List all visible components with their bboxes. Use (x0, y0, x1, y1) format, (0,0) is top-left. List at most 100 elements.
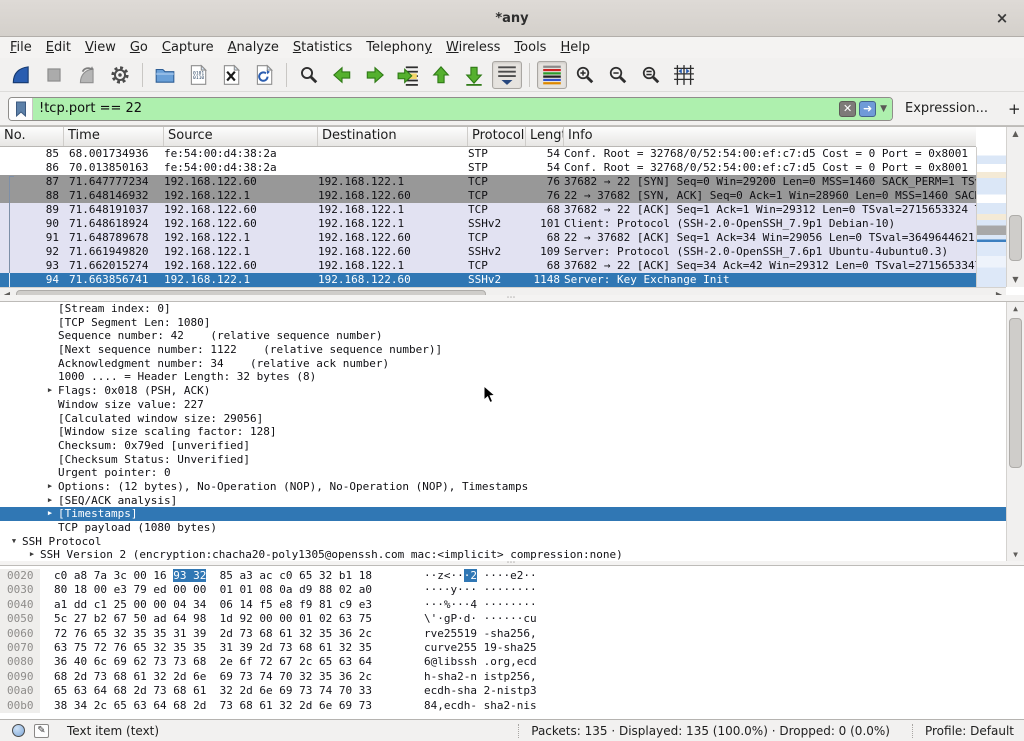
filter-dropdown-icon[interactable]: ▼ (880, 104, 887, 114)
zoom-100-icon[interactable] (636, 61, 666, 89)
column-header-info[interactable]: Info (564, 127, 976, 146)
expression-button[interactable]: Expression... (905, 101, 988, 116)
filter-apply-icon[interactable]: ➜ (859, 101, 876, 117)
packet-row-92[interactable]: 9271.661949820192.168.122.1192.168.122.6… (0, 245, 976, 259)
menu-edit[interactable]: Edit (46, 40, 71, 55)
menu-statistics[interactable]: Statistics (293, 40, 352, 55)
packet-row-90[interactable]: 9071.648618924192.168.122.60192.168.122.… (0, 217, 976, 231)
packet-row-86[interactable]: 8670.013850163fe:54:00:d4:38:2aSTP54Conf… (0, 161, 976, 175)
auto-scroll-icon[interactable] (492, 61, 522, 89)
packet-row-89[interactable]: 8971.648191037192.168.122.60192.168.122.… (0, 203, 976, 217)
collapsed-arrow-icon[interactable]: ▶ (24, 548, 40, 561)
detail-line[interactable]: [Calculated window size: 29056] (0, 412, 1024, 426)
detail-line[interactable]: Window size value: 227 (0, 398, 1024, 412)
column-header-destination[interactable]: Destination (318, 127, 468, 146)
packet-row-88[interactable]: 8871.648146932192.168.122.1192.168.122.6… (0, 189, 976, 203)
scroll-down-icon[interactable]: ▼ (1007, 548, 1024, 561)
hex-row[interactable]: 009068 2d 73 68 61 32 2d 6e 69 73 74 70 … (0, 670, 1024, 684)
filter-clear-icon[interactable]: ✕ (839, 101, 856, 117)
hex-row[interactable]: 007063 75 72 76 65 32 35 35 31 39 2d 73 … (0, 641, 1024, 655)
scrollbar-thumb[interactable] (1009, 318, 1022, 468)
restart-capture-icon[interactable] (72, 61, 102, 89)
expert-info-icon[interactable] (12, 724, 25, 737)
capture-options-icon[interactable] (105, 61, 135, 89)
packet-row-94[interactable]: 9471.663856741192.168.122.1192.168.122.6… (0, 273, 976, 287)
menu-view[interactable]: View (85, 40, 116, 55)
detail-line[interactable]: ▶[SEQ/ACK analysis] (0, 494, 1024, 508)
detail-line[interactable]: TCP payload (1080 bytes) (0, 521, 1024, 535)
colorize-icon[interactable] (537, 61, 567, 89)
hex-row[interactable]: 00b038 34 2c 65 63 64 68 2d 73 68 61 32 … (0, 699, 1024, 713)
scroll-down-icon[interactable]: ▼ (1007, 273, 1024, 287)
collapsed-arrow-icon[interactable]: ▶ (42, 494, 58, 508)
packet-row-93[interactable]: 9371.662015274192.168.122.60192.168.122.… (0, 259, 976, 273)
menu-analyze[interactable]: Analyze (228, 40, 279, 55)
menu-wireless[interactable]: Wireless (446, 40, 500, 55)
menu-capture[interactable]: Capture (162, 40, 214, 55)
bookmark-icon[interactable] (9, 98, 33, 120)
title-bar[interactable]: *any × (0, 0, 1024, 37)
menu-go[interactable]: Go (130, 40, 148, 55)
profile-button[interactable]: Profile: Default (925, 724, 1014, 738)
scroll-up-icon[interactable]: ▲ (1007, 302, 1024, 316)
go-forward-icon[interactable] (360, 61, 390, 89)
hex-row[interactable]: 0040a1 dd c1 25 00 00 04 34 06 14 f5 e8 … (0, 598, 1024, 612)
close-file-icon[interactable] (216, 61, 246, 89)
collapsed-arrow-icon[interactable]: ▶ (42, 480, 58, 494)
detail-line[interactable]: Urgent pointer: 0 (0, 466, 1024, 480)
detail-line[interactable]: [Checksum Status: Unverified] (0, 453, 1024, 467)
zoom-in-icon[interactable] (570, 61, 600, 89)
collapsed-arrow-icon[interactable]: ▶ (42, 507, 58, 521)
close-icon[interactable]: × (992, 8, 1012, 28)
go-back-icon[interactable] (327, 61, 357, 89)
column-header-protocol[interactable]: Protocol (468, 127, 526, 146)
stop-capture-icon[interactable] (39, 61, 69, 89)
detail-line[interactable]: [Window size scaling factor: 128] (0, 425, 1024, 439)
resize-columns-icon[interactable] (669, 61, 699, 89)
open-file-icon[interactable] (150, 61, 180, 89)
menu-file[interactable]: File (10, 40, 32, 55)
hex-row[interactable]: 008036 40 6c 69 62 73 73 68 2e 6f 72 67 … (0, 655, 1024, 669)
detail-line[interactable]: ▶Options: (12 bytes), No-Operation (NOP)… (0, 480, 1024, 494)
column-header-no[interactable]: No. (0, 127, 64, 146)
add-filter-button[interactable]: + (1008, 100, 1021, 118)
go-first-icon[interactable] (426, 61, 456, 89)
menu-help[interactable]: Help (560, 40, 590, 55)
column-header-source[interactable]: Source (164, 127, 318, 146)
column-header-length[interactable]: Length (526, 127, 564, 146)
detail-line[interactable]: ▼SSH Protocol (0, 535, 1024, 549)
start-capture-icon[interactable] (6, 61, 36, 89)
packet-row-87[interactable]: 8771.647777234192.168.122.60192.168.122.… (0, 175, 976, 189)
go-last-icon[interactable] (459, 61, 489, 89)
detail-line[interactable]: Acknowledgment number: 34 (relative ack … (0, 357, 1024, 371)
menu-telephony[interactable]: Telephony (366, 40, 432, 55)
hex-row[interactable]: 00a065 63 64 68 2d 73 68 61 32 2d 6e 69 … (0, 684, 1024, 698)
details-vscrollbar[interactable]: ▲ ▼ (1006, 302, 1024, 561)
packet-row-91[interactable]: 9171.648789678192.168.122.1192.168.122.6… (0, 231, 976, 245)
detail-line[interactable]: [TCP Segment Len: 1080] (0, 316, 1024, 330)
detail-line[interactable]: Checksum: 0x79ed [unverified] (0, 439, 1024, 453)
collapsed-arrow-icon[interactable]: ▶ (42, 384, 58, 398)
packet-row-85[interactable]: 8568.001734936fe:54:00:d4:38:2aSTP54Conf… (0, 147, 976, 161)
detail-line[interactable]: [Stream index: 0] (0, 302, 1024, 316)
display-filter-input[interactable] (33, 101, 839, 116)
hex-row[interactable]: 006072 76 65 32 35 35 31 39 2d 73 68 61 … (0, 627, 1024, 641)
detail-line[interactable]: [Next sequence number: 1122 (relative se… (0, 343, 1024, 357)
reload-file-icon[interactable] (249, 61, 279, 89)
detail-line[interactable]: ▶Flags: 0x018 (PSH, ACK) (0, 384, 1024, 398)
expanded-arrow-icon[interactable]: ▼ (6, 535, 22, 549)
capture-comment-icon[interactable]: ✎ (34, 724, 49, 738)
scrollbar-thumb[interactable] (1009, 215, 1022, 261)
zoom-out-icon[interactable] (603, 61, 633, 89)
detail-line[interactable]: 1000 .... = Header Length: 32 bytes (8) (0, 370, 1024, 384)
detail-line[interactable]: ▶[Timestamps] (0, 507, 1024, 521)
scroll-up-icon[interactable]: ▲ (1007, 127, 1024, 141)
hex-row[interactable]: 003080 18 00 e3 79 ed 00 00 01 01 08 0a … (0, 583, 1024, 597)
intelligent-scrollbar-minimap[interactable] (976, 147, 1006, 287)
save-file-icon[interactable]: 01010110 (183, 61, 213, 89)
column-header-time[interactable]: Time (64, 127, 164, 146)
packet-list-vscrollbar[interactable]: ▲ ▼ (1006, 127, 1024, 287)
hex-row[interactable]: 0020c0 a8 7a 3c 00 16 93 32 85 a3 ac c0 … (0, 569, 1024, 583)
hex-row[interactable]: 00505c 27 b2 67 50 ad 64 98 1d 92 00 00 … (0, 612, 1024, 626)
go-to-packet-icon[interactable] (393, 61, 423, 89)
